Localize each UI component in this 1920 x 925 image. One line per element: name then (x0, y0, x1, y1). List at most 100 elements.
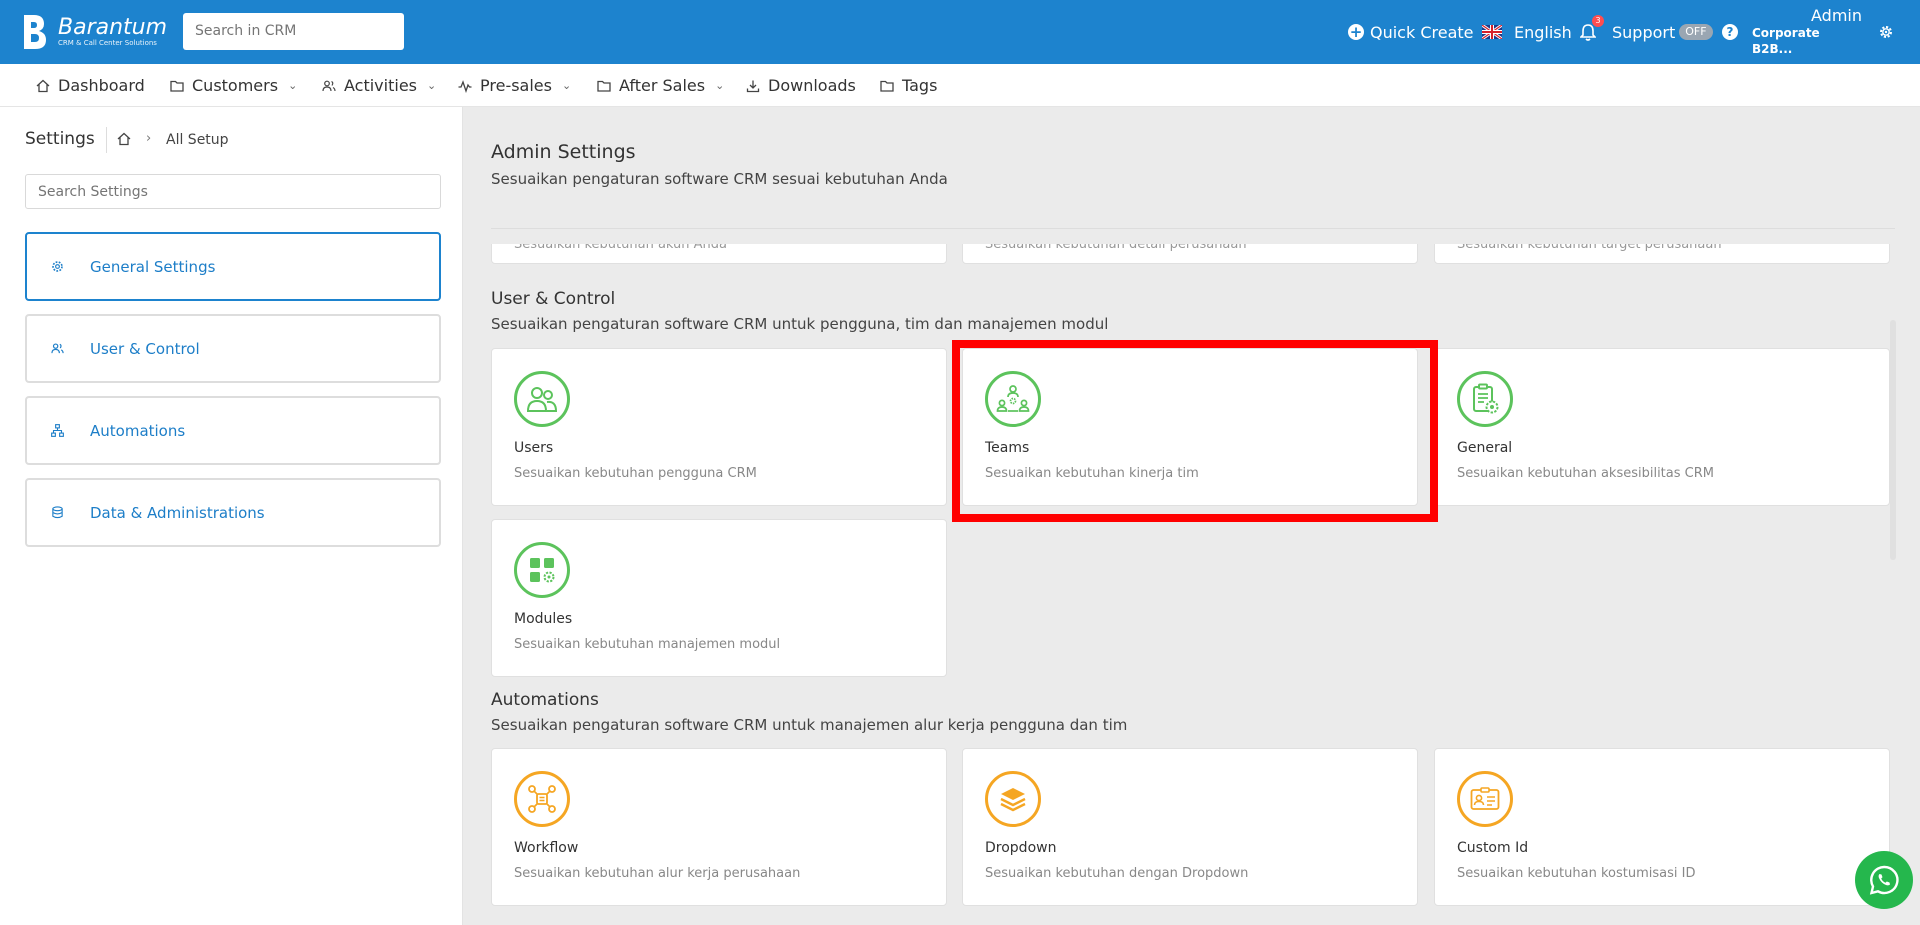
folder-icon (597, 80, 611, 92)
help-icon: ? (1722, 24, 1738, 40)
chevron-down-icon: ⌄ (288, 79, 298, 92)
layers-icon (985, 771, 1041, 827)
whatsapp-icon (1869, 865, 1899, 895)
brand-logo[interactable]: Barantum CRM & Call Center Solutions (20, 13, 167, 51)
section-subtitle-automations: Sesuaikan pengaturan software CRM untuk … (491, 716, 1128, 734)
home-icon[interactable] (117, 132, 131, 146)
nav-tags[interactable]: Tags (880, 64, 937, 107)
language-selector[interactable]: English (1482, 0, 1572, 64)
users-card[interactable]: Users Sesuaikan kebutuhan pengguna CRM (491, 348, 947, 506)
nav-customers[interactable]: Customers ⌄ (170, 64, 297, 107)
quick-create-label: Quick Create (1370, 22, 1474, 42)
help-button[interactable]: ? (1722, 0, 1738, 64)
menu-label: Automations (90, 421, 186, 440)
custom-id-card[interactable]: Custom Id Sesuaikan kebutuhan kostumisas… (1434, 748, 1890, 906)
sidebar-title: Settings (25, 129, 95, 149)
chevron-down-icon: ⌄ (561, 79, 572, 92)
section-subtitle-user-control: Sesuaikan pengaturan software CRM untuk … (491, 315, 1109, 333)
hierarchy-icon (51, 424, 64, 437)
page-title: Admin Settings (491, 141, 636, 163)
card-description: Sesuaikan kebutuhan alur kerja perusahaa… (514, 866, 801, 881)
support-status-pill: OFF (1679, 24, 1713, 40)
folder-icon (170, 80, 184, 92)
highlight-box (952, 340, 1438, 522)
main-nav: Dashboard Customers ⌄ Activities ⌄ Pre-s… (0, 64, 1920, 107)
nav-label: After Sales (619, 76, 706, 95)
download-icon (746, 80, 760, 92)
user-organization: Corporate B2B... (1752, 26, 1820, 56)
nav-after-sales[interactable]: After Sales ⌄ (597, 64, 724, 107)
modules-icon (514, 542, 570, 598)
menu-automations[interactable]: Automations (25, 396, 441, 465)
card-description: Sesuaikan kebutuhan pengguna CRM (514, 466, 757, 481)
target-card[interactable]: Sesuaikan kebutuhan target perusahaan (1434, 244, 1890, 264)
card-title: Modules (514, 611, 573, 627)
general-card[interactable]: General Sesuaikan kebutuhan aksesibilita… (1434, 348, 1890, 506)
account-card[interactable]: Sesuaikan kebutuhan akun Anda (491, 244, 947, 264)
company-card[interactable]: Sesuaikan kebutuhan detail perusahaan (962, 244, 1418, 264)
card-title: Workflow (514, 840, 579, 856)
nav-label: Pre-sales (480, 76, 552, 95)
dropdown-card[interactable]: Dropdown Sesuaikan kebutuhan dengan Drop… (962, 748, 1418, 906)
settings-button[interactable] (1878, 0, 1894, 64)
breadcrumb-current: All Setup (166, 132, 229, 148)
users-icon (51, 343, 64, 354)
user-menu[interactable]: Admin Corporate B2B... (1752, 0, 1862, 64)
menu-label: Data & Administrations (90, 503, 265, 522)
nav-label: Downloads (768, 76, 856, 95)
language-label: English (1514, 22, 1572, 42)
logo-tagline: CRM & Call Center Solutions (58, 38, 157, 47)
divider (491, 228, 1895, 229)
global-search-input[interactable] (183, 13, 404, 50)
workflow-card[interactable]: Workflow Sesuaikan kebutuhan alur kerja … (491, 748, 947, 906)
menu-label: General Settings (90, 257, 216, 276)
card-title: General (1457, 440, 1513, 456)
pulse-icon (458, 79, 472, 93)
section-title-automations: Automations (491, 690, 599, 710)
content-scrollbar[interactable] (1890, 320, 1896, 560)
divider (106, 127, 107, 153)
card-description: Sesuaikan kebutuhan target perusahaan (1457, 244, 1722, 252)
users-icon (322, 80, 336, 91)
settings-search-input[interactable] (25, 174, 441, 209)
card-description: Sesuaikan kebutuhan manajemen modul (514, 637, 781, 652)
nav-dashboard[interactable]: Dashboard (36, 64, 145, 107)
chevron-down-icon: ⌄ (427, 79, 437, 92)
nav-label: Tags (902, 76, 938, 95)
notification-count-badge: 3 (1592, 15, 1604, 27)
barantum-logo-icon (24, 15, 46, 49)
nav-label: Activities (344, 76, 417, 95)
nav-downloads[interactable]: Downloads (746, 64, 856, 107)
top-bar: Barantum CRM & Call Center Solutions + Q… (0, 0, 1920, 64)
uk-flag-icon (1482, 25, 1502, 39)
support-toggle[interactable]: Support OFF (1612, 0, 1713, 64)
clipped-card-row: Sesuaikan kebutuhan akun Anda Sesuaikan … (463, 244, 1920, 264)
logo-name: Barantum (58, 14, 168, 40)
nav-presales[interactable]: Pre-sales ⌄ (458, 64, 571, 107)
quick-create-button[interactable]: + Quick Create (1348, 0, 1474, 64)
card-description: Sesuaikan kebutuhan aksesibilitas CRM (1457, 466, 1714, 481)
gear-icon (52, 261, 63, 272)
nav-activities[interactable]: Activities ⌄ (322, 64, 436, 107)
menu-user-control[interactable]: User & Control (25, 314, 441, 383)
card-description: Sesuaikan kebutuhan dengan Dropdown (985, 866, 1249, 881)
support-label: Support (1612, 22, 1676, 42)
card-title: Custom Id (1457, 840, 1529, 856)
database-icon (52, 506, 63, 519)
notification-button[interactable]: 3 (1580, 0, 1604, 64)
chevron-down-icon: ⌄ (715, 79, 725, 92)
menu-label: User & Control (90, 339, 200, 358)
menu-data-administrations[interactable]: Data & Administrations (25, 478, 441, 547)
page-subtitle: Sesuaikan pengaturan software CRM sesuai… (491, 170, 948, 188)
modules-card[interactable]: Modules Sesuaikan kebutuhan manajemen mo… (491, 519, 947, 677)
card-description: Sesuaikan kebutuhan detail perusahaan (985, 244, 1247, 252)
whatsapp-chat-button[interactable] (1855, 851, 1913, 909)
home-icon (36, 79, 50, 92)
clipboard-gear-icon (1457, 371, 1513, 427)
menu-general-settings[interactable]: General Settings (25, 232, 441, 301)
gear-icon (1880, 26, 1892, 38)
card-description: Sesuaikan kebutuhan akun Anda (514, 244, 728, 252)
nav-label: Customers (192, 76, 279, 95)
folder-icon (880, 80, 894, 92)
breadcrumb-separator: › (146, 131, 152, 146)
